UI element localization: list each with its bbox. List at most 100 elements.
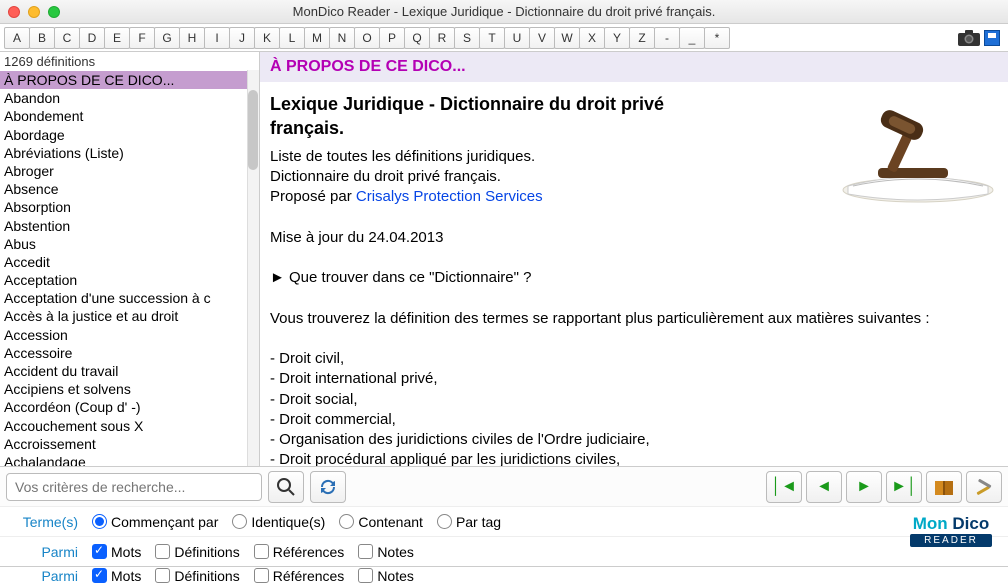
alpha-letter-Y[interactable]: Y [604,27,630,49]
alpha-letter-N[interactable]: N [329,27,355,49]
list-item[interactable]: Abondement [0,107,259,125]
alpha-letter-D[interactable]: D [79,27,105,49]
list-item[interactable]: Accipiens et solvens [0,380,259,398]
checkbox-icon [92,568,107,583]
alpha-letter-G[interactable]: G [154,27,180,49]
alpha-letter-O[interactable]: O [354,27,380,49]
content-bullet: - Droit international privé, [270,369,998,389]
content-bullet: - Droit civil, [270,349,998,369]
list-item[interactable]: Acceptation [0,271,259,289]
nav-first-button[interactable]: │◄ [766,471,802,503]
filter-row-parmi: Parmi Mots Définitions Références Notes [0,536,1008,566]
content-bullet: - Droit procédural appliqué par les juri… [270,450,998,466]
list-item[interactable]: Accessoire [0,344,259,362]
nav-settings-button[interactable] [966,471,1002,503]
definition-sidebar: 1269 définitions À PROPOS DE CE DICO...A… [0,52,260,466]
alpha-letter-L[interactable]: L [279,27,305,49]
list-item[interactable]: Abroger [0,162,259,180]
check-notes[interactable]: Notes [358,544,414,560]
list-item[interactable]: Accès à la justice et au droit [0,307,259,325]
filter-row-parmi-2: Parmi Mots Définitions Références Notes [0,566,1008,584]
list-item[interactable]: Accession [0,326,259,344]
checkbox-icon [254,568,269,583]
check-definitions-2[interactable]: Définitions [155,568,239,584]
alpha-letter-S[interactable]: S [454,27,480,49]
definition-list[interactable]: À PROPOS DE CE DICO...AbandonAbondementA… [0,71,259,466]
check-definitions[interactable]: Définitions [155,544,239,560]
list-item[interactable]: Accroissement [0,435,259,453]
nav-prev-button[interactable]: ◄ [806,471,842,503]
list-item[interactable]: Absorption [0,198,259,216]
alpha-letter-E[interactable]: E [104,27,130,49]
alpha-letter-P[interactable]: P [379,27,405,49]
check-references[interactable]: Références [254,544,345,560]
list-item[interactable]: Accedit [0,253,259,271]
camera-icon[interactable] [957,28,981,48]
radio-par-tag[interactable]: Par tag [437,514,501,530]
list-item[interactable]: Accident du travail [0,362,259,380]
filter-row-termes: Terme(s) Commençant par Identique(s) Con… [0,506,1008,536]
check-mots-2[interactable]: Mots [92,568,141,584]
minimize-window-button[interactable] [28,6,40,18]
list-item[interactable]: Abordage [0,126,259,144]
alpha-letter-X[interactable]: X [579,27,605,49]
radio-icon [339,514,354,529]
search-toolbar: │◄ ◄ ► ►│ [0,466,1008,506]
nav-next-button[interactable]: ► [846,471,882,503]
crisalys-link[interactable]: Crisalys Protection Services [356,188,543,205]
content-pane: À PROPOS DE CE DICO... Lexique Juridique… [260,52,1008,466]
check-references-2[interactable]: Références [254,568,345,584]
main-area: 1269 définitions À PROPOS DE CE DICO...A… [0,52,1008,466]
close-window-button[interactable] [8,6,20,18]
alpha-letter--[interactable]: - [654,27,680,49]
alpha-letter-T[interactable]: T [479,27,505,49]
checkbox-icon [254,544,269,559]
list-item[interactable]: Abus [0,235,259,253]
list-item[interactable]: Accouchement sous X [0,417,259,435]
alpha-letter-V[interactable]: V [529,27,555,49]
list-item[interactable]: À PROPOS DE CE DICO... [0,71,259,89]
nav-book-button[interactable] [926,471,962,503]
alpha-letter-I[interactable]: I [204,27,230,49]
radio-commencant[interactable]: Commençant par [92,514,218,530]
alpha-letter-_[interactable]: _ [679,27,705,49]
zoom-window-button[interactable] [48,6,60,18]
alpha-letter-F[interactable]: F [129,27,155,49]
alpha-letter-M[interactable]: M [304,27,330,49]
radio-icon [437,514,452,529]
alpha-letter-*[interactable]: * [704,27,730,49]
nav-last-button[interactable]: ►│ [886,471,922,503]
logo-reader: READER [910,534,992,547]
radio-contenant[interactable]: Contenant [339,514,423,530]
check-notes-2[interactable]: Notes [358,568,414,584]
save-icon[interactable] [984,30,1000,46]
alpha-letter-K[interactable]: K [254,27,280,49]
checkbox-icon [358,568,373,583]
alpha-letter-B[interactable]: B [29,27,55,49]
alpha-letter-R[interactable]: R [429,27,455,49]
radio-identique[interactable]: Identique(s) [232,514,325,530]
content-header: À PROPOS DE CE DICO... [260,52,1008,82]
list-item[interactable]: Acceptation d'une succession à c [0,289,259,307]
alpha-letter-Q[interactable]: Q [404,27,430,49]
search-input[interactable] [6,473,262,501]
alpha-letter-A[interactable]: A [4,27,30,49]
list-item[interactable]: Abréviations (Liste) [0,144,259,162]
sidebar-scrollbar[interactable] [247,70,259,466]
alpha-letter-Z[interactable]: Z [629,27,655,49]
refresh-button[interactable] [310,471,346,503]
alpha-letter-J[interactable]: J [229,27,255,49]
sidebar-scrollbar-thumb[interactable] [248,90,258,170]
alpha-letter-W[interactable]: W [554,27,580,49]
list-item[interactable]: Abandon [0,89,259,107]
check-mots[interactable]: Mots [92,544,141,560]
alpha-letter-C[interactable]: C [54,27,80,49]
list-item[interactable]: Accordéon (Coup d' -) [0,398,259,416]
search-button[interactable] [268,471,304,503]
content-bullet: - Organisation des juridictions civiles … [270,430,998,450]
list-item[interactable]: Abstention [0,217,259,235]
alpha-letter-H[interactable]: H [179,27,205,49]
list-item[interactable]: Absence [0,180,259,198]
alpha-letter-U[interactable]: U [504,27,530,49]
list-item[interactable]: Achalandage [0,453,259,466]
